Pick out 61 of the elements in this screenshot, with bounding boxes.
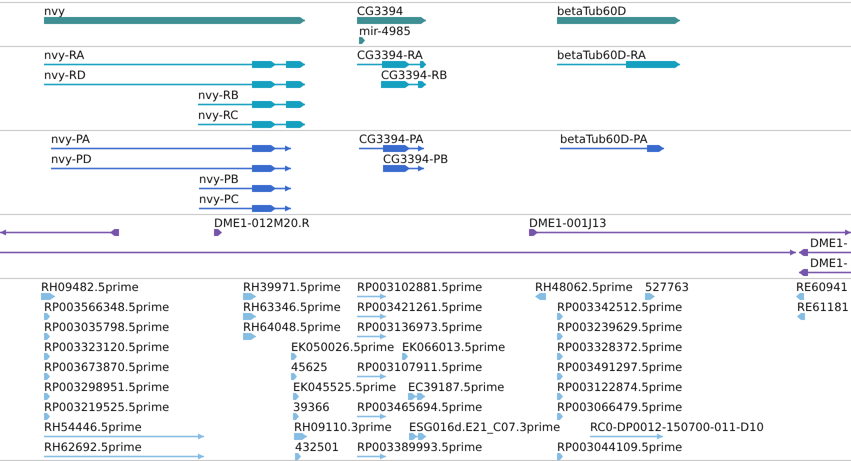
feature-label: RP003328372.5prime (557, 340, 682, 354)
feature-label: RH09110.3prime (294, 420, 392, 434)
feature-label: RP003136973.5prime (357, 320, 482, 334)
feature-label: mir-4985 (359, 24, 411, 38)
feature-label: 39366 (293, 400, 330, 414)
feature-label: nvy-PD (51, 152, 92, 166)
feature-label: nvy-RB (198, 88, 239, 102)
feature-label: nvy-RC (198, 108, 238, 122)
feature-label: RP003035798.5prime (44, 320, 170, 334)
feature-label: RP003491297.5prime (557, 360, 682, 374)
feature-label: RP003421261.5prime (357, 300, 482, 314)
feature-label: RH39971.5prime (243, 280, 341, 294)
feature-label: betaTub60D-PA (560, 132, 648, 146)
feature-label: RH64048.5prime (243, 320, 341, 334)
feature-label: 527763 (645, 280, 689, 294)
feature-label: RP003102881.5prime (357, 280, 482, 294)
feature-label: CG3394-RA (357, 48, 423, 62)
feature-label: EK050026.5prime (291, 340, 394, 354)
feature-label: RP003107911.5prime (357, 360, 482, 374)
feature-label: RH09482.5prime (41, 280, 139, 294)
feature-label: ESG016d.E21_C07.3prime (409, 420, 560, 434)
feature-label: RP003566348.5prime (44, 300, 170, 314)
feature-label: betaTub60D-RA (557, 48, 646, 62)
feature-label: nvy-PA (51, 132, 90, 146)
feature-label: nvy-PB (199, 172, 239, 186)
feature-label: EK045525.5prime (293, 380, 396, 394)
feature-label: CG3394-PB (383, 152, 448, 166)
feature-label: RE60941 (796, 280, 848, 294)
feature-label: RP003673870.5prime (44, 360, 170, 374)
feature-label: DME1-012M20.R (214, 216, 310, 230)
feature-label: RH54446.5prime (44, 420, 142, 434)
feature-label: DME1- (810, 256, 848, 270)
feature-label: CG3394 (357, 4, 404, 18)
feature-label: RP003323120.5prime (44, 340, 170, 354)
feature-label: RP003465694.5prime (357, 400, 482, 414)
feature-label: RP003389993.5prime (357, 440, 482, 454)
feature-label: RP003298951.5prime (44, 380, 170, 394)
feature-label: RP003239629.5prime (557, 320, 682, 334)
feature-label: CG3394-PA (359, 132, 424, 146)
feature-label: RP003122874.5prime (557, 380, 682, 394)
feature-label: RP003066479.5prime (557, 400, 682, 414)
feature-label: nvy-RA (44, 48, 84, 62)
feature-label: nvy-PC (199, 192, 239, 206)
feature-label: RH63346.5prime (243, 300, 341, 314)
feature-label: RP003044109.5prime (557, 440, 682, 454)
feature-label: RP003219525.5prime (44, 400, 170, 414)
feature-label: nvy (44, 4, 65, 18)
feature-label: EK066013.5prime (402, 340, 506, 354)
feature-label: EC39187.5prime (408, 380, 504, 394)
feature-label: betaTub60D (557, 4, 626, 18)
feature-label: DME1- (810, 236, 848, 250)
feature-label: RP003342512.5prime (557, 300, 682, 314)
feature-label: RH62692.5prime (44, 440, 142, 454)
feature-label: DME1-001J13 (529, 216, 606, 230)
feature-label: RC0-DP0012-150700-011-D10 (590, 420, 764, 434)
feature-label: RE61181 (797, 300, 849, 314)
feature-label: 45625 (291, 360, 328, 374)
feature-label: 432501 (295, 440, 339, 454)
feature-label: nvy-RD (44, 68, 86, 82)
feature-label: CG3394-RB (381, 68, 448, 82)
feature-label: RH48062.5prime (535, 280, 633, 294)
